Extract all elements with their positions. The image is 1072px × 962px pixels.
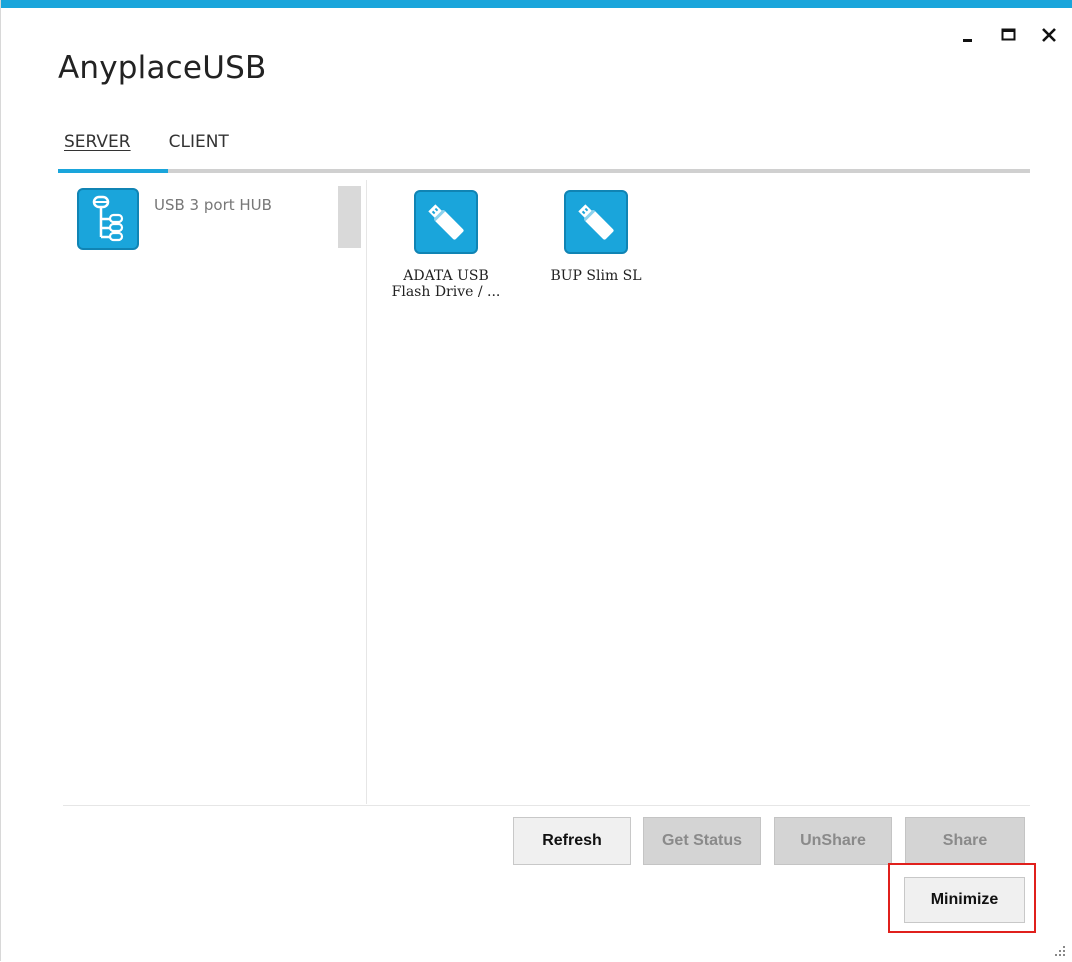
pane-divider [366, 180, 367, 804]
device-item-adata[interactable]: ADATA USB Flash Drive / ... [376, 190, 516, 300]
tab-active-indicator [58, 169, 168, 173]
window-accent-bar [1, 0, 1072, 8]
unshare-button[interactable]: UnShare [774, 817, 892, 865]
tab-divider [58, 169, 1030, 173]
hub-list-pane: USB 3 port HUB [58, 180, 366, 804]
close-icon[interactable] [1040, 26, 1058, 44]
device-label: ADATA USB Flash Drive / ... [376, 268, 516, 300]
app-title: AnyplaceUSB [58, 50, 267, 86]
usb-flash-drive-icon [564, 190, 628, 254]
minimize-button[interactable]: Minimize [904, 877, 1025, 923]
footer-divider [63, 805, 1030, 806]
resize-grip-icon[interactable] [1052, 943, 1066, 957]
device-label: BUP Slim SL [526, 268, 666, 284]
tab-server[interactable]: SERVER [58, 132, 135, 152]
hub-list-scrollbar[interactable] [338, 186, 361, 248]
device-label-line1: BUP Slim SL [550, 268, 642, 284]
hub-item[interactable]: USB 3 port HUB [77, 188, 272, 250]
refresh-button[interactable]: Refresh [513, 817, 631, 865]
maximize-icon[interactable] [1000, 26, 1018, 44]
tab-bar: SERVER CLIENT [58, 132, 233, 152]
minimize-icon[interactable] [960, 26, 978, 44]
tab-client[interactable]: CLIENT [165, 132, 233, 152]
device-label-line1: ADATA USB [403, 268, 489, 284]
usb-hub-tree-icon [77, 188, 139, 250]
share-button[interactable]: Share [905, 817, 1025, 865]
hub-label: USB 3 port HUB [154, 196, 272, 214]
usb-flash-drive-icon [414, 190, 478, 254]
get-status-button[interactable]: Get Status [643, 817, 761, 865]
window-controls [960, 26, 1058, 44]
device-label-line2: Flash Drive / ... [391, 284, 501, 300]
device-item-bup[interactable]: BUP Slim SL [526, 190, 666, 284]
app-window: AnyplaceUSB SERVER CLIENT USB 3 port HUB… [0, 0, 1072, 961]
